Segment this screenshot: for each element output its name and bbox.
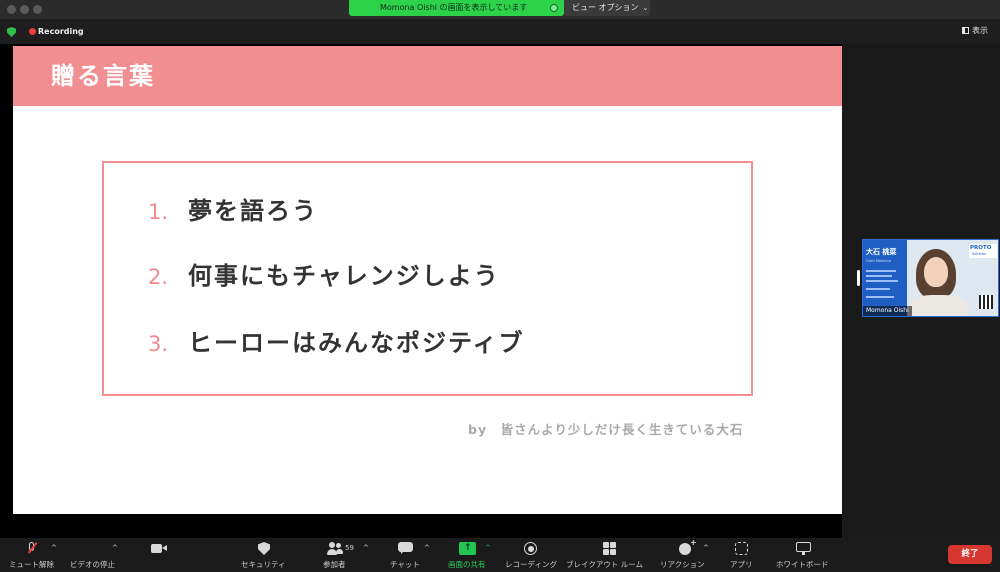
participants-count: 59 <box>345 544 354 552</box>
list-item-number: 2. <box>148 265 169 289</box>
card-text-line <box>866 288 890 290</box>
participant-figure <box>908 249 968 316</box>
screen-share-banner: Momona Oishi の画面を表示しています <box>349 0 564 16</box>
list-item-text: 夢を語ろう <box>188 197 318 225</box>
list-item-text: ヒーローはみんなポジティブ <box>188 329 525 357</box>
apps-label: アプリ <box>730 560 753 569</box>
apps-icon <box>735 542 748 555</box>
share-arrow-icon: ↑ <box>464 543 472 553</box>
microphone-muted-icon <box>27 542 38 555</box>
logo-text: PROTO <box>970 245 992 251</box>
encryption-shield-icon[interactable] <box>7 27 16 37</box>
participants-button[interactable]: 59 ^ 参加者 <box>310 538 380 572</box>
view-options-label: ビュー オプション <box>572 3 639 12</box>
card-text-line <box>866 296 894 298</box>
minimize-window-icon[interactable] <box>20 5 29 14</box>
logo-subtext: Solution <box>972 252 987 256</box>
participant-name-label: Momona Oishi <box>863 306 912 316</box>
panel-resize-handle[interactable] <box>857 270 860 286</box>
unmute-label: ミュート解除 <box>9 560 54 569</box>
zoom-window: Momona Oishi の画面を表示しています ビュー オプション ⌄ Reco… <box>0 0 1000 572</box>
breakout-rooms-label: ブレイクアウト ルーム <box>566 560 644 569</box>
list-item-number: 1. <box>148 200 169 224</box>
list-item-number: 3. <box>148 332 169 356</box>
meeting-top-bar: Recording 表示 <box>0 19 1000 44</box>
card-subtitle: Oishi Momona <box>866 259 891 263</box>
chevron-up-icon[interactable]: ^ <box>703 544 709 552</box>
meeting-toolbar: ^ ミュート解除 ^ ビデオの停止 セキュリティ 59 ^ 参加者 ^ チャット… <box>0 538 1000 572</box>
unmute-button[interactable]: ^ ミュート解除 <box>0 538 65 572</box>
card-text-line <box>866 275 892 277</box>
chevron-up-icon[interactable]: ^ <box>112 544 118 552</box>
share-screen-icon: ↑ <box>459 542 476 555</box>
view-layout-icon <box>962 27 969 34</box>
security-button[interactable]: セキュリティ <box>230 538 300 572</box>
reactions-label: リアクション <box>660 560 705 569</box>
whiteboard-icon <box>796 542 811 555</box>
company-logo: PROTO Solution <box>969 244 997 258</box>
participant-body <box>908 295 968 316</box>
apps-button[interactable]: アプリ <box>722 538 762 572</box>
list-item-text: 何事にもチャレンジしよう <box>188 262 500 290</box>
participants-icon <box>326 542 343 555</box>
slide-byline: by 皆さんより少しだけ長く生きている大石 <box>468 422 744 437</box>
stop-video-button[interactable]: ^ ビデオの停止 <box>65 538 167 572</box>
reactions-plus-icon: + <box>690 538 697 547</box>
chevron-up-icon[interactable]: ^ <box>51 544 57 552</box>
record-button[interactable]: レコーディング <box>503 538 563 572</box>
recording-label[interactable]: Recording <box>38 26 84 37</box>
participants-label: 参加者 <box>323 560 346 569</box>
share-banner-text: Momona Oishi の画面を表示しています <box>380 3 528 12</box>
chevron-up-icon[interactable]: ^ <box>424 544 430 552</box>
participant-face <box>924 257 948 287</box>
recording-dot-icon <box>29 28 36 35</box>
record-label: レコーディング <box>505 560 557 569</box>
end-meeting-button[interactable]: 終了 <box>948 545 992 564</box>
reactions-smiley-icon: + <box>679 539 697 555</box>
chat-button[interactable]: ^ チャット <box>385 538 440 572</box>
share-screen-button[interactable]: ↑ ^ 画面の共有 <box>445 538 500 572</box>
card-name: 大石 桃菜 <box>866 248 897 256</box>
security-shield-icon <box>258 542 270 555</box>
close-window-icon[interactable] <box>7 5 16 14</box>
slide-header: 贈る言葉 <box>13 46 842 106</box>
video-camera-icon <box>151 542 167 555</box>
stop-video-label: ビデオの停止 <box>70 560 115 569</box>
view-options-button[interactable]: ビュー オプション ⌄ <box>564 0 650 16</box>
participant-video-thumbnail[interactable]: 大石 桃菜 Oishi Momona PROTO Solution Momona… <box>862 239 999 317</box>
chevron-up-icon[interactable]: ^ <box>485 544 491 552</box>
view-toggle-button[interactable]: 表示 <box>962 25 988 37</box>
whiteboard-label: ホワイトボード <box>776 560 829 569</box>
chat-label: チャット <box>390 560 420 569</box>
breakout-rooms-icon <box>603 542 617 555</box>
chevron-down-icon: ⌄ <box>642 4 649 12</box>
share-indicator-icon[interactable] <box>550 4 558 12</box>
card-text-line <box>866 280 898 282</box>
shared-screen: 贈る言葉 1. 夢を語ろう 2. 何事にもチャレンジしよう 3. ヒーローはみん… <box>0 44 842 538</box>
title-bar: Momona Oishi の画面を表示しています ビュー オプション ⌄ <box>0 0 1000 19</box>
share-screen-label: 画面の共有 <box>448 560 486 569</box>
view-toggle-label: 表示 <box>972 26 988 35</box>
security-label: セキュリティ <box>241 560 286 569</box>
reactions-button[interactable]: + ^ リアクション <box>658 538 720 572</box>
chat-bubble-icon <box>398 542 413 555</box>
whiteboard-button[interactable]: ホワイトボード <box>770 538 840 572</box>
slide-content-box: 1. 夢を語ろう 2. 何事にもチャレンジしよう 3. ヒーローはみんなポジティ… <box>102 161 753 396</box>
slide-title: 贈る言葉 <box>51 62 155 90</box>
qr-code-icon <box>979 295 993 309</box>
zoom-window-icon[interactable] <box>33 5 42 14</box>
breakout-rooms-button[interactable]: ブレイクアウト ルーム <box>566 538 656 572</box>
card-text-line <box>866 270 896 272</box>
presentation-slide: 贈る言葉 1. 夢を語ろう 2. 何事にもチャレンジしよう 3. ヒーローはみん… <box>13 46 842 514</box>
record-icon <box>524 542 538 555</box>
chevron-up-icon[interactable]: ^ <box>363 544 369 552</box>
